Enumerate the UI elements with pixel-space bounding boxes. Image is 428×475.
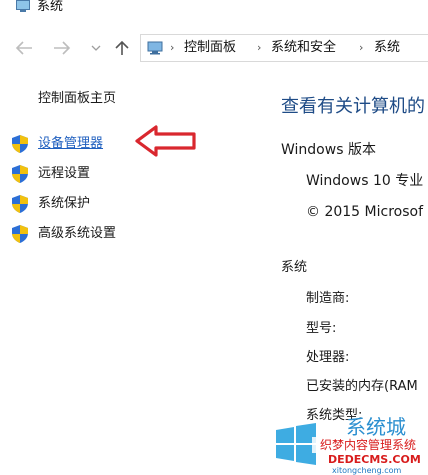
back-arrow-icon[interactable] bbox=[14, 40, 34, 56]
watermark-domain: DEDECMS.COM bbox=[328, 453, 421, 466]
watermark-brand: 系统城 bbox=[346, 415, 406, 439]
site-watermark: 系统城 织梦内容管理系统 DEDECMS.COM xitongcheng.com bbox=[276, 415, 428, 475]
breadcrumb-separator[interactable]: › bbox=[359, 41, 363, 54]
windows-edition-value: Windows 10 专业 bbox=[306, 173, 424, 189]
windows-logo-icon bbox=[276, 423, 316, 465]
chevron-down-icon[interactable] bbox=[90, 40, 102, 56]
page-title: 查看有关计算机的 bbox=[281, 96, 425, 117]
address-bar[interactable]: › 控制面板 › 系统和安全 › 系统 bbox=[140, 34, 428, 62]
section-heading-system: 系统 bbox=[281, 260, 308, 275]
breadcrumb-system-security[interactable]: 系统和安全 bbox=[271, 39, 336, 57]
breadcrumb-separator: › bbox=[170, 41, 175, 54]
section-heading-windows-edition: Windows 版本 bbox=[281, 142, 376, 158]
watermark-url: xitongcheng.com bbox=[332, 466, 402, 475]
navigation-bar: › 控制面板 › 系统和安全 › 系统 bbox=[0, 30, 428, 64]
uac-shield-icon bbox=[12, 195, 28, 213]
breadcrumb-control-panel[interactable]: 控制面板 bbox=[184, 39, 236, 57]
sidebar-item-label[interactable]: 高级系统设置 bbox=[38, 225, 116, 243]
processor-label: 处理器: bbox=[306, 350, 350, 365]
model-label: 型号: bbox=[306, 321, 337, 336]
copyright-text: © 2015 Microsof bbox=[306, 204, 423, 220]
up-arrow-icon[interactable] bbox=[112, 40, 132, 56]
sidebar-item-label[interactable]: 远程设置 bbox=[38, 165, 90, 183]
computer-icon bbox=[16, 0, 30, 12]
uac-shield-icon bbox=[12, 225, 28, 243]
sidebar-item-label[interactable]: 系统保护 bbox=[38, 195, 90, 213]
title-bar: 系统 bbox=[0, 0, 428, 20]
window-title: 系统 bbox=[37, 0, 64, 14]
control-panel-home-link[interactable]: 控制面板主页 bbox=[38, 90, 116, 108]
forward-arrow-icon[interactable] bbox=[52, 40, 72, 56]
breadcrumb-separator[interactable]: › bbox=[257, 41, 261, 54]
sidebar-item-label[interactable]: 设备管理器 bbox=[38, 135, 103, 153]
uac-shield-icon bbox=[12, 165, 28, 183]
red-arrow-annotation-icon bbox=[135, 125, 196, 157]
control-panel-icon bbox=[147, 41, 163, 55]
manufacturer-label: 制造商: bbox=[306, 291, 350, 306]
breadcrumb-system[interactable]: 系统 bbox=[374, 39, 400, 57]
watermark-cms: 织梦内容管理系统 bbox=[320, 437, 416, 452]
installed-ram-label: 已安装的内存(RAM bbox=[306, 379, 418, 394]
uac-shield-icon bbox=[12, 135, 28, 153]
